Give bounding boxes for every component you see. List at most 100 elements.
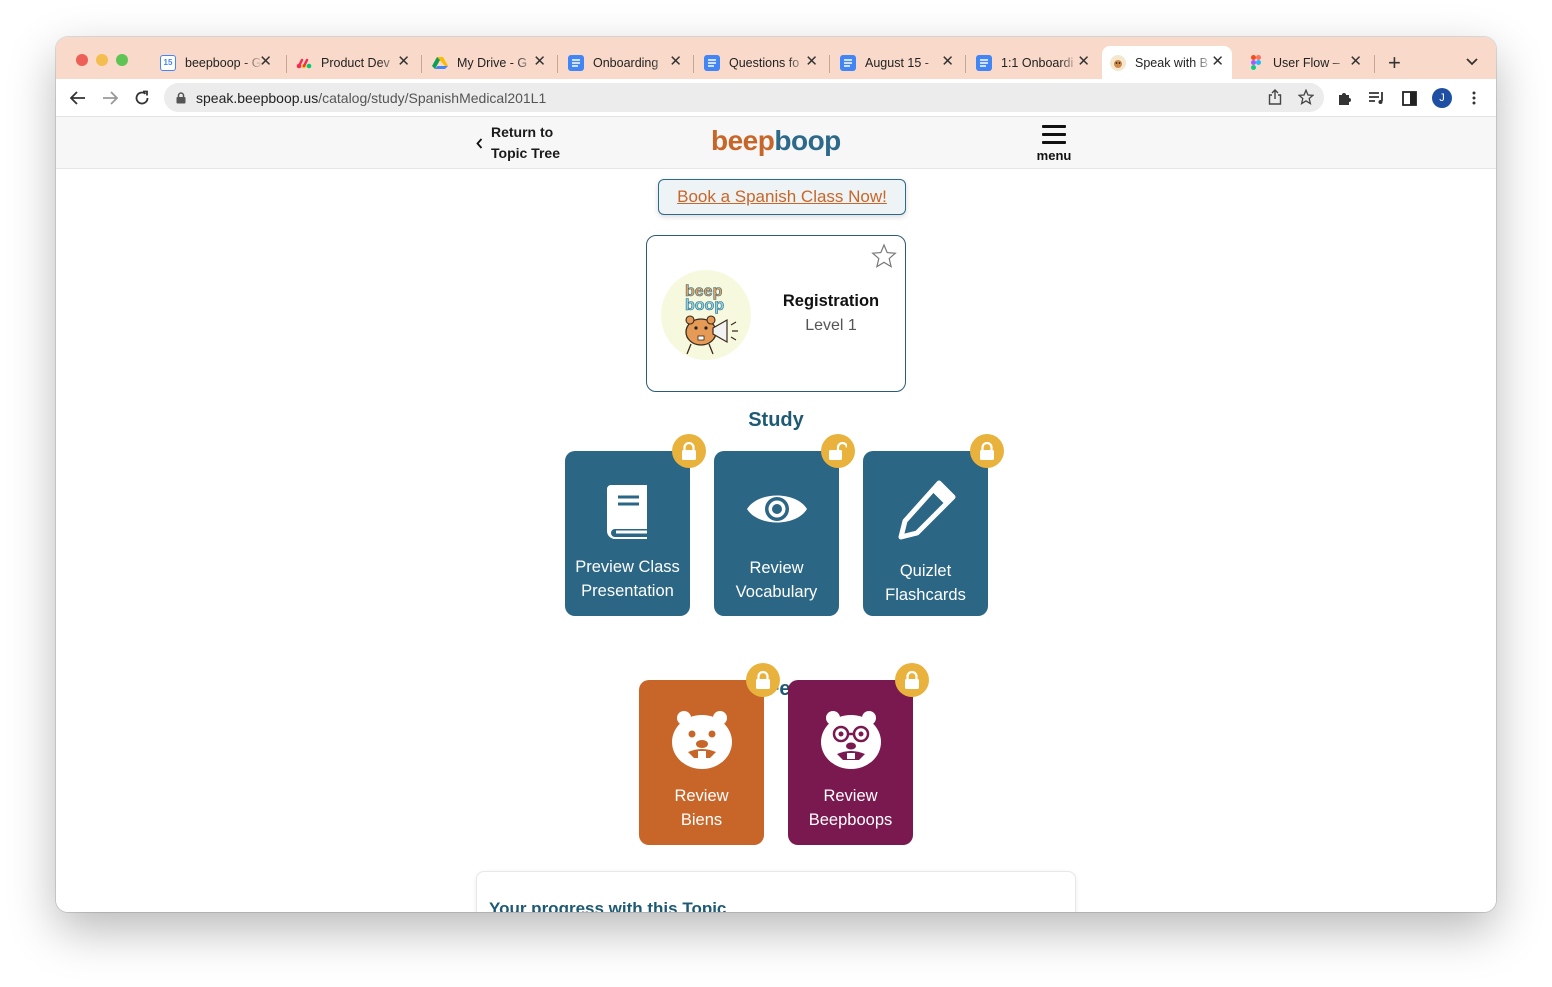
tab-close-icon[interactable]: ✕ bbox=[669, 54, 682, 70]
monday-icon bbox=[296, 55, 312, 71]
tab-strip: 15 beepboop - G ✕ Product Dev ✕ My Drive… bbox=[56, 37, 1496, 79]
tab-product-dev[interactable]: Product Dev ✕ bbox=[288, 46, 418, 79]
pencil-icon bbox=[863, 479, 988, 541]
tab-title: Onboarding bbox=[593, 55, 659, 70]
tab-my-drive[interactable]: My Drive - G ✕ bbox=[424, 46, 554, 79]
tab-close-icon[interactable]: ✕ bbox=[1211, 54, 1224, 70]
tab-user-flow[interactable]: User Flow – ✕ bbox=[1240, 46, 1370, 79]
tile-label-line2: Biens bbox=[680, 811, 723, 829]
minimize-window-button[interactable] bbox=[96, 54, 108, 66]
browser-menu-icon[interactable] bbox=[1465, 89, 1483, 107]
eye-icon bbox=[714, 489, 839, 529]
forward-arrow-icon[interactable] bbox=[100, 88, 120, 108]
tile-label-line2: Presentation bbox=[581, 582, 674, 600]
hamburger-icon bbox=[1031, 125, 1077, 144]
back-label-line2: Topic Tree bbox=[491, 145, 560, 161]
tab-close-icon[interactable]: ✕ bbox=[397, 54, 410, 70]
browser-window: 15 beepboop - G ✕ Product Dev ✕ My Drive… bbox=[56, 37, 1496, 912]
browser-toolbar: speak.beepboop.us/catalog/study/SpanishM… bbox=[56, 79, 1496, 117]
back-arrow-icon[interactable] bbox=[68, 88, 88, 108]
beepboop-mascot-image: beep boop bbox=[661, 270, 751, 360]
menu-label: menu bbox=[1036, 148, 1072, 163]
review-biens-tile[interactable]: Review Biens bbox=[639, 680, 764, 845]
tile-label-line2: Beepboops bbox=[808, 811, 893, 829]
beepboop-logo[interactable]: beepboop bbox=[711, 125, 841, 157]
tab-beepboop-calendar[interactable]: 15 beepboop - G ✕ bbox=[152, 46, 280, 79]
docs-icon bbox=[976, 54, 992, 71]
tile-label-line1: Review bbox=[749, 559, 804, 577]
tab-close-icon[interactable]: ✕ bbox=[805, 54, 818, 70]
side-panel-icon[interactable] bbox=[1400, 89, 1418, 107]
url-host: speak.beepboop.us bbox=[196, 89, 319, 106]
drive-icon bbox=[432, 55, 448, 71]
share-icon[interactable] bbox=[1268, 89, 1282, 108]
hamburger-menu-button[interactable]: menu bbox=[1031, 125, 1077, 163]
tab-title: User Flow – bbox=[1273, 55, 1340, 70]
calendar-icon: 15 bbox=[160, 54, 176, 71]
beaver-icon bbox=[639, 706, 764, 770]
tab-speak-with-beepboop[interactable]: Speak with B ✕ bbox=[1102, 46, 1232, 79]
extensions-puzzle-icon[interactable] bbox=[1336, 89, 1354, 107]
tab-close-icon[interactable]: ✕ bbox=[259, 54, 272, 70]
profile-avatar[interactable]: J bbox=[1432, 88, 1452, 108]
tab-title: beepboop - G bbox=[185, 55, 262, 70]
favorite-star-icon[interactable] bbox=[871, 243, 897, 274]
tab-title: My Drive - G bbox=[457, 55, 528, 70]
maximize-window-button[interactable] bbox=[116, 54, 128, 66]
tab-1-1-onboarding[interactable]: 1:1 Onboardi ✕ bbox=[968, 46, 1098, 79]
tile-label-line1: Quizlet bbox=[899, 562, 952, 580]
lock-icon bbox=[746, 663, 780, 697]
docs-icon bbox=[840, 54, 856, 71]
tile-label-line1: Review bbox=[823, 787, 878, 805]
lock-icon bbox=[176, 91, 186, 104]
topic-title: Registration bbox=[782, 292, 880, 310]
topic-level: Level 1 bbox=[805, 317, 857, 334]
close-window-button[interactable] bbox=[76, 54, 88, 66]
tab-search-chevron-icon[interactable] bbox=[1466, 53, 1478, 71]
book-spanish-class-button[interactable]: Book a Spanish Class Now! bbox=[658, 179, 906, 215]
back-label-line1: Return to bbox=[491, 124, 554, 140]
lock-icon bbox=[672, 434, 706, 468]
unlocked-lock-icon bbox=[821, 434, 855, 468]
tab-title: Product Dev bbox=[321, 55, 390, 70]
bookmark-star-icon[interactable] bbox=[1297, 88, 1315, 108]
topic-progress-card: Your progress with this Topic bbox=[476, 871, 1076, 912]
figma-icon bbox=[1248, 55, 1264, 71]
lock-icon bbox=[970, 434, 1004, 468]
tab-close-icon[interactable]: ✕ bbox=[1077, 54, 1090, 70]
page-content: Return to Topic Tree beepboop menu Book … bbox=[56, 117, 1496, 912]
beaver-glasses-icon bbox=[788, 706, 913, 770]
tab-close-icon[interactable]: ✕ bbox=[533, 54, 546, 70]
tab-title: Questions fo bbox=[729, 55, 800, 70]
media-playlist-icon[interactable] bbox=[1368, 89, 1386, 107]
svg-text:boop: boop bbox=[685, 297, 724, 314]
progress-title: Your progress with this Topic bbox=[489, 899, 727, 912]
tab-questions[interactable]: Questions fo ✕ bbox=[696, 46, 826, 79]
url-path: /catalog/study/SpanishMedical201L1 bbox=[318, 89, 547, 106]
tab-onboarding[interactable]: Onboarding ✕ bbox=[560, 46, 690, 79]
chevron-left-icon bbox=[476, 137, 483, 149]
study-heading: Study bbox=[748, 409, 804, 431]
quizlet-flashcards-tile[interactable]: Quizlet Flashcards bbox=[863, 451, 988, 616]
tile-label-line2: Vocabulary bbox=[735, 583, 818, 601]
docs-icon bbox=[704, 54, 720, 71]
topic-card: beep boop Registration Level 1 bbox=[646, 235, 906, 392]
return-to-topic-tree-link[interactable]: Return to Topic Tree bbox=[476, 122, 560, 164]
tab-august-15[interactable]: August 15 - ✕ bbox=[832, 46, 962, 79]
review-beepboops-tile[interactable]: Review Beepboops bbox=[788, 680, 913, 845]
docs-icon bbox=[568, 54, 584, 71]
tab-close-icon[interactable]: ✕ bbox=[1349, 54, 1362, 70]
tile-label-line1: Preview Class bbox=[575, 558, 680, 576]
preview-class-presentation-tile[interactable]: Preview Class Presentation bbox=[565, 451, 690, 616]
tab-title: Speak with B bbox=[1135, 55, 1208, 70]
reload-icon[interactable] bbox=[132, 88, 152, 108]
beepboop-icon bbox=[1110, 54, 1126, 71]
site-header: Return to Topic Tree beepboop menu bbox=[56, 117, 1496, 169]
lock-icon bbox=[895, 663, 929, 697]
new-tab-button[interactable]: + bbox=[1388, 50, 1401, 76]
review-vocabulary-tile[interactable]: Review Vocabulary bbox=[714, 451, 839, 616]
tab-title: 1:1 Onboardi bbox=[1001, 55, 1074, 70]
book-icon bbox=[565, 483, 690, 539]
tab-close-icon[interactable]: ✕ bbox=[941, 54, 954, 70]
address-bar[interactable]: speak.beepboop.us/catalog/study/SpanishM… bbox=[164, 83, 1324, 112]
